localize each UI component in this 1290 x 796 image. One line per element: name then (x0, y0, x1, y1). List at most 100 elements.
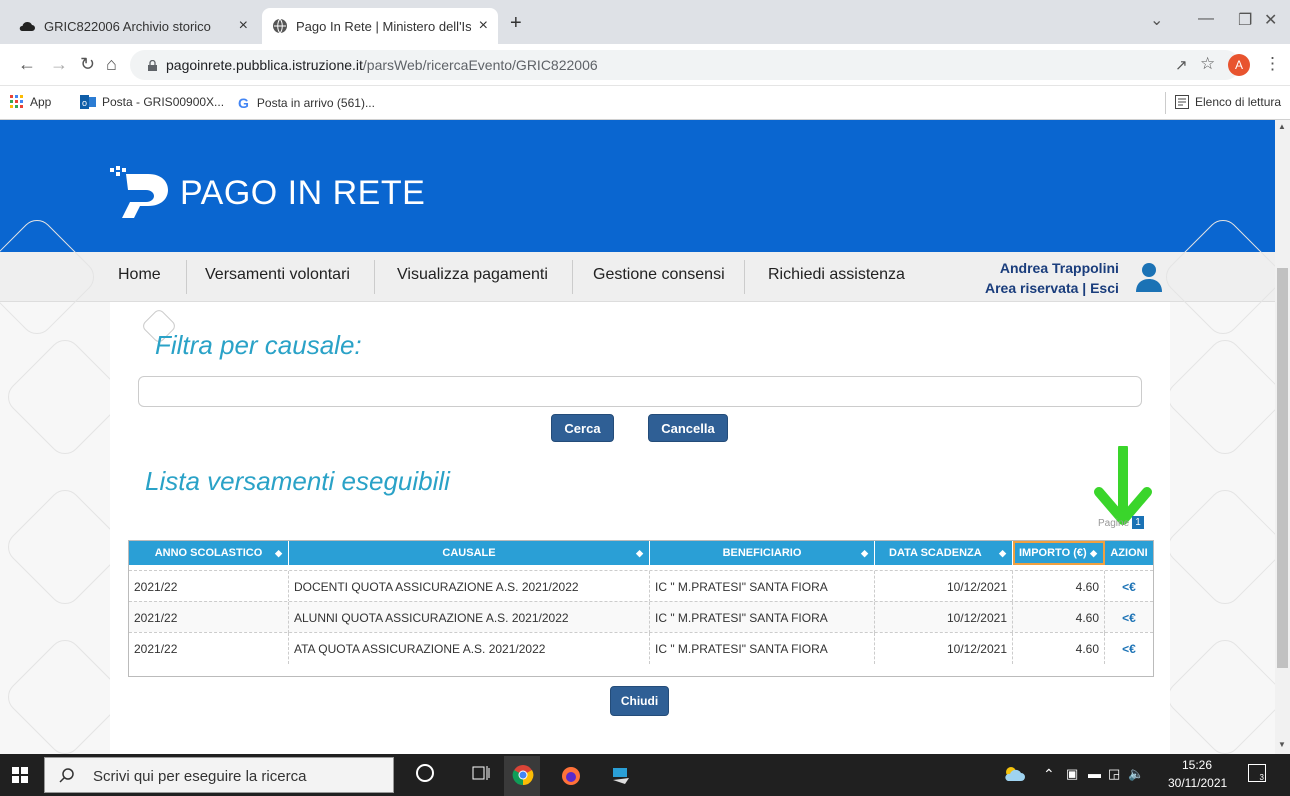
menu-home[interactable]: Home (118, 266, 161, 284)
column-label: DATA SCADENZA (889, 547, 982, 559)
background-diamond (1161, 483, 1275, 611)
tab-archivio[interactable]: GRIC822006 Archivio storico × (8, 8, 258, 44)
cell-beneficiario: IC " M.PRATESI" SANTA FIORA (650, 571, 875, 602)
user-avatar-icon[interactable] (1136, 262, 1162, 292)
notification-count: 3 (1259, 773, 1264, 782)
background-diamond (1161, 633, 1275, 754)
browser-toolbar: ← → ↻ ⌂ pagoinrete.pubblica.istruzione.i… (0, 44, 1290, 86)
new-tab-button[interactable]: + (510, 12, 522, 35)
pay-euro-icon[interactable]: <€ (1105, 633, 1153, 664)
home-icon[interactable]: ⌂ (106, 54, 117, 75)
sort-icon[interactable]: ◆ (861, 548, 868, 559)
cell-beneficiario: IC " M.PRATESI" SANTA FIORA (650, 602, 875, 633)
user-name[interactable]: Andrea Trappolini (985, 258, 1119, 278)
causale-filter-input[interactable] (138, 376, 1142, 407)
column-beneficiario[interactable]: BENEFICIARIO ◆ (650, 541, 875, 565)
url-text[interactable]: pagoinrete.pubblica.istruzione.it/parsWe… (166, 57, 598, 73)
cell-importo: 4.60 (1013, 633, 1105, 664)
menu-divider (374, 260, 375, 294)
pay-euro-icon[interactable]: <€ (1105, 602, 1153, 633)
scroll-down-icon[interactable]: ▼ (1278, 740, 1286, 749)
cell-scadenza: 10/12/2021 (875, 602, 1013, 633)
site-logo-text[interactable]: PAGO IN RETE (180, 174, 425, 213)
cancella-button[interactable]: Cancella (648, 414, 728, 442)
tab-title: Pago In Rete | Ministero dell'Istru (296, 18, 471, 34)
tray-wifi-icon[interactable]: ◲ (1108, 766, 1120, 782)
taskbar-search-placeholder[interactable]: Scrivi qui per eseguire la ricerca (93, 768, 306, 785)
browser-tab-strip: GRIC822006 Archivio storico × Pago In Re… (0, 0, 1290, 44)
tab-search-icon[interactable]: ⌄ (1150, 10, 1163, 30)
lock-icon[interactable] (148, 58, 157, 71)
bookmark-label: App (30, 95, 52, 109)
background-diamond (1161, 333, 1275, 461)
tray-volume-icon[interactable]: 🔈 (1128, 766, 1144, 782)
taskbar-date[interactable]: 30/11/2021 (1168, 776, 1227, 790)
chrome-icon[interactable] (512, 764, 534, 786)
column-anno-scolastico[interactable]: ANNO SCOLASTICO ◆ (129, 541, 289, 565)
menu-versamenti-volontari[interactable]: Versamenti volontari (205, 266, 350, 284)
chiudi-button[interactable]: Chiudi (610, 686, 669, 716)
notification-center-icon[interactable]: 3 (1248, 764, 1266, 782)
menu-visualizza-pagamenti[interactable]: Visualizza pagamenti (397, 266, 548, 284)
menu-richiedi-assistenza[interactable]: Richiedi assistenza (768, 266, 905, 284)
scroll-up-icon[interactable]: ▲ (1278, 122, 1286, 131)
sort-icon[interactable]: ◆ (1090, 548, 1097, 559)
menu-kebab-icon[interactable]: ⋮ (1264, 54, 1281, 74)
column-label: AZIONI (1110, 547, 1148, 559)
column-data-scadenza[interactable]: DATA SCADENZA ◆ (875, 541, 1013, 565)
user-info: Andrea Trappolini Area riservata | Esci (985, 258, 1119, 298)
tab-pago-in-rete[interactable]: Pago In Rete | Ministero dell'Istru × (262, 8, 498, 44)
outlook-icon: o (80, 95, 96, 109)
restore-icon[interactable]: ❐ (1238, 10, 1252, 30)
column-azioni: AZIONI (1105, 541, 1153, 565)
reading-list-button[interactable]: Elenco di lettura (1175, 95, 1281, 109)
bookmark-label: Posta in arrivo (561)... (256, 96, 375, 110)
column-importo[interactable]: IMPORTO (€) ◆ (1013, 541, 1105, 565)
cell-causale: DOCENTI QUOTA ASSICURAZIONE A.S. 2021/20… (289, 571, 650, 602)
windows-start-icon[interactable] (12, 767, 28, 783)
column-label: ANNO SCOLASTICO (154, 547, 263, 559)
site-banner: PAGO IN RETE (0, 120, 1275, 252)
cerca-button[interactable]: Cerca (551, 414, 614, 442)
bookmarks-bar: App o Posta - GRIS00900X... G Posta in a… (0, 86, 1290, 120)
background-pattern-left (0, 213, 129, 754)
forward-icon[interactable]: → (50, 54, 68, 75)
taskbar-time[interactable]: 15:26 (1182, 758, 1212, 772)
task-view-icon[interactable] (472, 764, 490, 782)
scrollbar-thumb[interactable] (1277, 268, 1288, 668)
bookmark-posta-outlook[interactable]: o Posta - GRIS00900X... (80, 95, 224, 109)
sort-icon[interactable]: ◆ (999, 548, 1006, 559)
tab-close-icon[interactable]: × (479, 17, 488, 35)
pay-euro-icon[interactable]: <€ (1105, 571, 1153, 602)
site-menu-bar: Home Versamenti volontari Visualizza pag… (0, 252, 1275, 302)
tray-chevron-icon[interactable]: ⌃ (1043, 766, 1055, 783)
bookmark-apps[interactable]: App (10, 95, 51, 109)
cortana-icon[interactable] (416, 764, 434, 782)
weather-icon[interactable] (1003, 766, 1025, 782)
page-1-link[interactable]: 1 (1132, 516, 1144, 529)
sort-icon[interactable]: ◆ (636, 548, 643, 559)
close-window-icon[interactable]: ✕ (1264, 10, 1277, 30)
share-icon[interactable]: ↗ (1175, 56, 1188, 74)
bookmark-posta-gmail[interactable]: G Posta in arrivo (561)... (238, 95, 375, 111)
firefox-icon[interactable] (560, 764, 582, 786)
tray-network-icon[interactable]: ▣ (1066, 766, 1078, 782)
cloud-icon (19, 21, 35, 31)
cell-scadenza: 10/12/2021 (875, 633, 1013, 664)
column-label: BENEFICIARIO (722, 547, 802, 559)
bookmark-star-icon[interactable]: ☆ (1200, 54, 1215, 74)
tray-battery-icon[interactable]: ▬ (1088, 766, 1101, 781)
tab-close-icon[interactable]: × (239, 17, 248, 35)
pages-label: Pagine (1098, 518, 1130, 529)
column-causale[interactable]: CAUSALE ◆ (289, 541, 650, 565)
app-launcher-icon[interactable] (610, 764, 632, 786)
bookmark-separator (1165, 92, 1166, 114)
user-links[interactable]: Area riservata | Esci (985, 278, 1119, 298)
sort-icon[interactable]: ◆ (275, 548, 282, 559)
reload-icon[interactable]: ↻ (80, 54, 95, 75)
profile-avatar[interactable]: A (1228, 54, 1250, 76)
minimize-icon[interactable]: — (1198, 10, 1214, 28)
menu-gestione-consensi[interactable]: Gestione consensi (593, 266, 725, 284)
page-viewport: PAGO IN RETE Home Versamenti volontari V… (0, 120, 1275, 754)
back-icon[interactable]: ← (18, 54, 36, 75)
